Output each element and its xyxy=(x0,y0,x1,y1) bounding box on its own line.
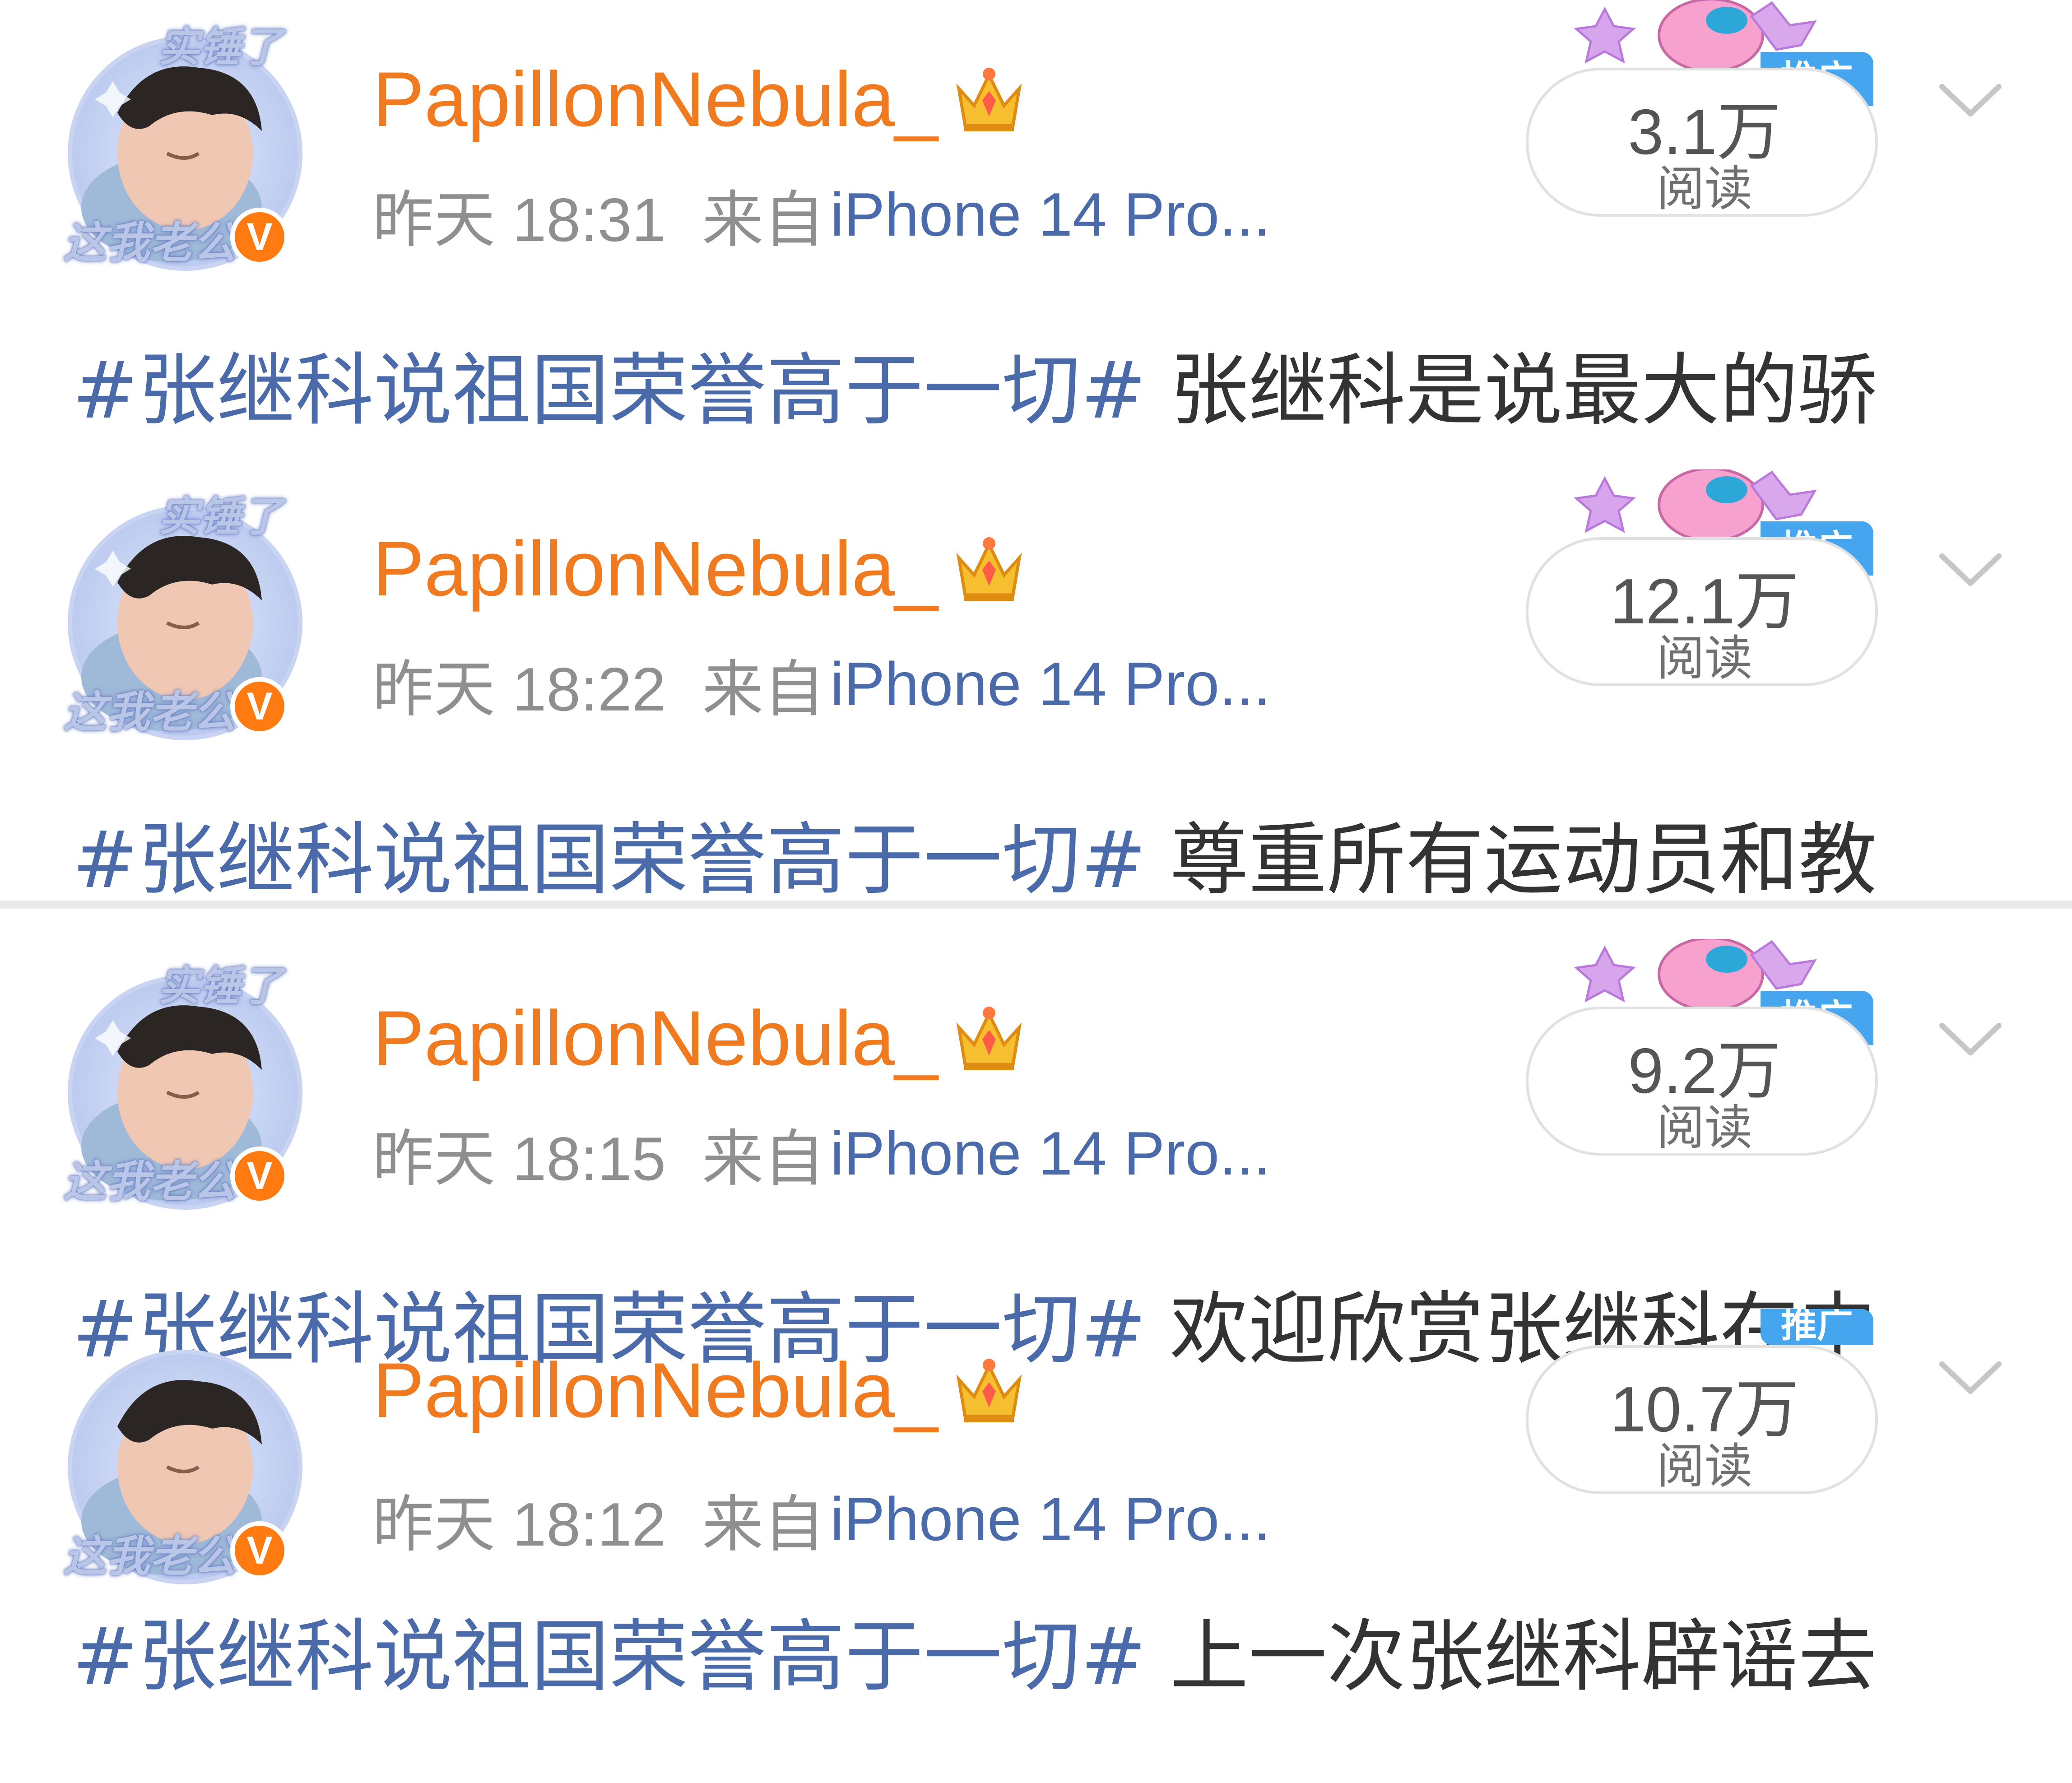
crown-icon xyxy=(956,1007,1022,1070)
avatar-overlay-text: 这我老公 xyxy=(63,217,237,268)
section-divider xyxy=(0,901,2072,909)
crown-icon xyxy=(956,537,1022,601)
avatar[interactable]: 实锤了 这我老公 V xyxy=(63,18,307,271)
username-row: PapillonNebula_ xyxy=(372,1350,1027,1431)
source-label: 来自 xyxy=(702,1490,825,1559)
source-device-link[interactable]: iPhone 14 Pro... xyxy=(830,179,1270,250)
post-timestamp: 昨天 18:12 xyxy=(372,1490,666,1559)
username[interactable]: PapillonNebula_ xyxy=(372,1350,938,1431)
topic-link[interactable]: #张继科说祖国荣誉高于一切# xyxy=(72,801,1147,905)
source-device-link[interactable]: iPhone 14 Pro... xyxy=(830,649,1270,719)
topic-link[interactable]: #张继科说祖国荣誉高于一切# xyxy=(72,1598,1147,1702)
avatar-overlay-text: 这我老公 xyxy=(63,687,237,738)
read-label: 阅读 xyxy=(1657,161,1752,217)
post-snippet: 上一次张继科辟谣去 xyxy=(1170,1611,1877,1702)
post-meta: 昨天 18:15 来自 iPhone 14 Pro... xyxy=(372,1118,1270,1193)
post-meta: 昨天 18:22 来自 iPhone 14 Pro... xyxy=(372,649,1270,724)
avatar[interactable]: 这我老公 V xyxy=(63,1332,307,1584)
avatar-overlay-text: 实锤了 xyxy=(158,23,283,71)
source-label: 来自 xyxy=(702,655,825,724)
feed-post[interactable]: 实锤了 这我老公 V PapillonNebula_ 昨天 18:31 来自 i… xyxy=(0,0,2072,469)
read-count-badge[interactable]: 9.2万 阅读 xyxy=(1526,1007,1878,1156)
promo-tag: 推广 xyxy=(1761,1309,1873,1345)
post-timestamp: 昨天 18:31 xyxy=(372,185,666,254)
source-label: 来自 xyxy=(702,1124,825,1193)
avatar-overlay-text: 实锤了 xyxy=(158,492,283,541)
username-row: PapillonNebula_ xyxy=(372,528,1027,609)
avatar[interactable]: 实锤了 这我老公 V xyxy=(63,488,307,740)
read-count-badge[interactable]: 10.7万 阅读 xyxy=(1526,1345,1878,1494)
avatar[interactable]: 实锤了 这我老公 V xyxy=(63,957,307,1210)
verified-v-icon: V xyxy=(230,1147,289,1205)
crown-icon xyxy=(956,1359,1022,1422)
post-body[interactable]: #张继科说祖国荣誉高于一切# 上一次张继科辟谣去 xyxy=(72,1598,2022,1702)
post-body[interactable]: #张继科说祖国荣誉高于一切# 尊重所有运动员和教 xyxy=(72,801,2022,905)
avatar-overlay-text: 实锤了 xyxy=(158,961,283,1010)
post-timestamp: 昨天 18:22 xyxy=(372,655,666,724)
post-timestamp: 昨天 18:15 xyxy=(372,1124,666,1193)
username[interactable]: PapillonNebula_ xyxy=(372,528,938,609)
read-label: 阅读 xyxy=(1657,631,1752,686)
avatar-overlay-text: 这我老公 xyxy=(63,1156,237,1207)
username[interactable]: PapillonNebula_ xyxy=(372,998,938,1079)
verified-v-icon: V xyxy=(230,1521,289,1580)
username[interactable]: PapillonNebula_ xyxy=(372,59,938,140)
source-device-link[interactable]: iPhone 14 Pro... xyxy=(830,1118,1270,1189)
crown-icon xyxy=(956,68,1022,131)
chevron-down-icon[interactable] xyxy=(1932,546,2009,596)
read-label: 阅读 xyxy=(1657,1439,1752,1494)
chevron-down-icon[interactable] xyxy=(1932,1354,2009,1404)
read-count-badge[interactable]: 3.1万 阅读 xyxy=(1526,68,1878,217)
username-row: PapillonNebula_ xyxy=(372,998,1027,1079)
post-snippet: 张继科是说最大的骄 xyxy=(1170,345,1877,436)
verified-v-icon: V xyxy=(230,208,289,266)
feed-post[interactable]: 实锤了 这我老公 V PapillonNebula_ 昨天 18:22 来自 i… xyxy=(0,469,2072,939)
source-label: 来自 xyxy=(702,185,825,254)
feed-post[interactable]: 这我老公 V PapillonNebula_ 昨天 18:12 来自 iPhon… xyxy=(0,1309,2072,1783)
chevron-down-icon[interactable] xyxy=(1932,1016,2009,1065)
verified-v-icon: V xyxy=(230,677,289,736)
post-snippet: 尊重所有运动员和教 xyxy=(1170,814,1877,905)
post-body[interactable]: #张继科说祖国荣誉高于一切# 张继科是说最大的骄 xyxy=(72,332,2022,436)
read-label: 阅读 xyxy=(1657,1100,1752,1156)
post-meta: 昨天 18:12 来自 iPhone 14 Pro... xyxy=(372,1484,1270,1559)
avatar-overlay-text: 这我老公 xyxy=(63,1531,237,1582)
source-device-link[interactable]: iPhone 14 Pro... xyxy=(830,1484,1270,1554)
username-row: PapillonNebula_ xyxy=(372,59,1027,140)
chevron-down-icon[interactable] xyxy=(1932,77,2009,126)
read-count-badge[interactable]: 12.1万 阅读 xyxy=(1526,537,1878,686)
post-meta: 昨天 18:31 来自 iPhone 14 Pro... xyxy=(372,179,1270,254)
topic-link[interactable]: #张继科说祖国荣誉高于一切# xyxy=(72,332,1147,436)
